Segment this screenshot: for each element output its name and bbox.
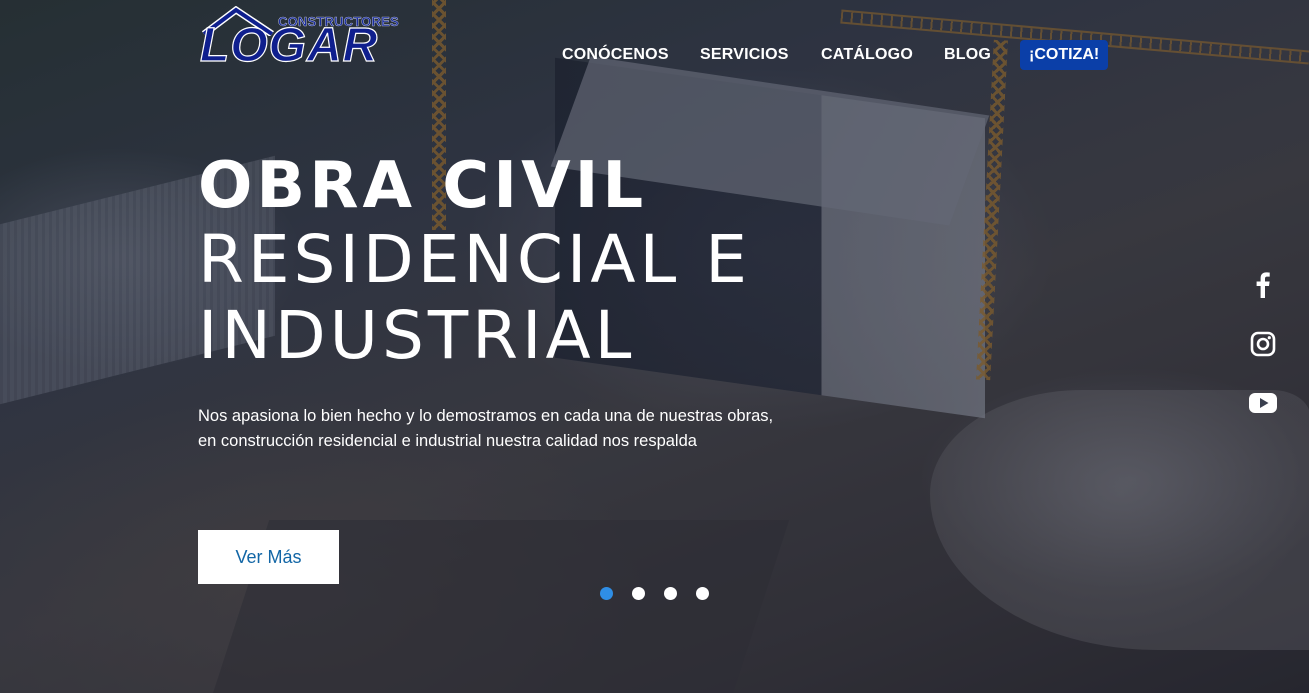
youtube-icon[interactable] [1246, 386, 1280, 420]
headline-line-3: INDUSTRIAL [198, 297, 636, 374]
facebook-icon[interactable] [1246, 268, 1280, 302]
see-more-button[interactable]: Ver Más [198, 530, 339, 584]
nav-item-conocenos[interactable]: CONÓCENOS [562, 46, 669, 64]
nav-item-blog[interactable]: BLOG [944, 46, 991, 64]
logo-name: LOGAR [199, 19, 379, 72]
description-line-2: en construcción residencial e industrial… [198, 432, 697, 450]
headline-line-1: OBRA CIVIL [198, 149, 648, 223]
headline-line-2: RESIDENCIAL E [198, 221, 751, 298]
instagram-icon[interactable] [1246, 327, 1280, 361]
site-logo[interactable]: CONSTRUCTORES LOGAR [199, 2, 400, 74]
hero-description: Nos apasiona lo bien hecho y lo demostra… [198, 404, 898, 454]
carousel-dot-2[interactable] [632, 587, 645, 600]
carousel-dot-4[interactable] [696, 587, 709, 600]
quote-button[interactable]: ¡COTIZA! [1020, 40, 1109, 70]
carousel-dot-1[interactable] [600, 587, 613, 600]
description-line-1: Nos apasiona lo bien hecho y lo demostra… [198, 407, 774, 425]
nav-item-servicios[interactable]: SERVICIOS [700, 46, 789, 64]
carousel-dot-3[interactable] [664, 587, 677, 600]
hero-headline: OBRA CIVIL RESIDENCIAL E INDUSTRIAL [198, 150, 751, 374]
nav-item-catalogo[interactable]: CATÁLOGO [821, 46, 913, 64]
